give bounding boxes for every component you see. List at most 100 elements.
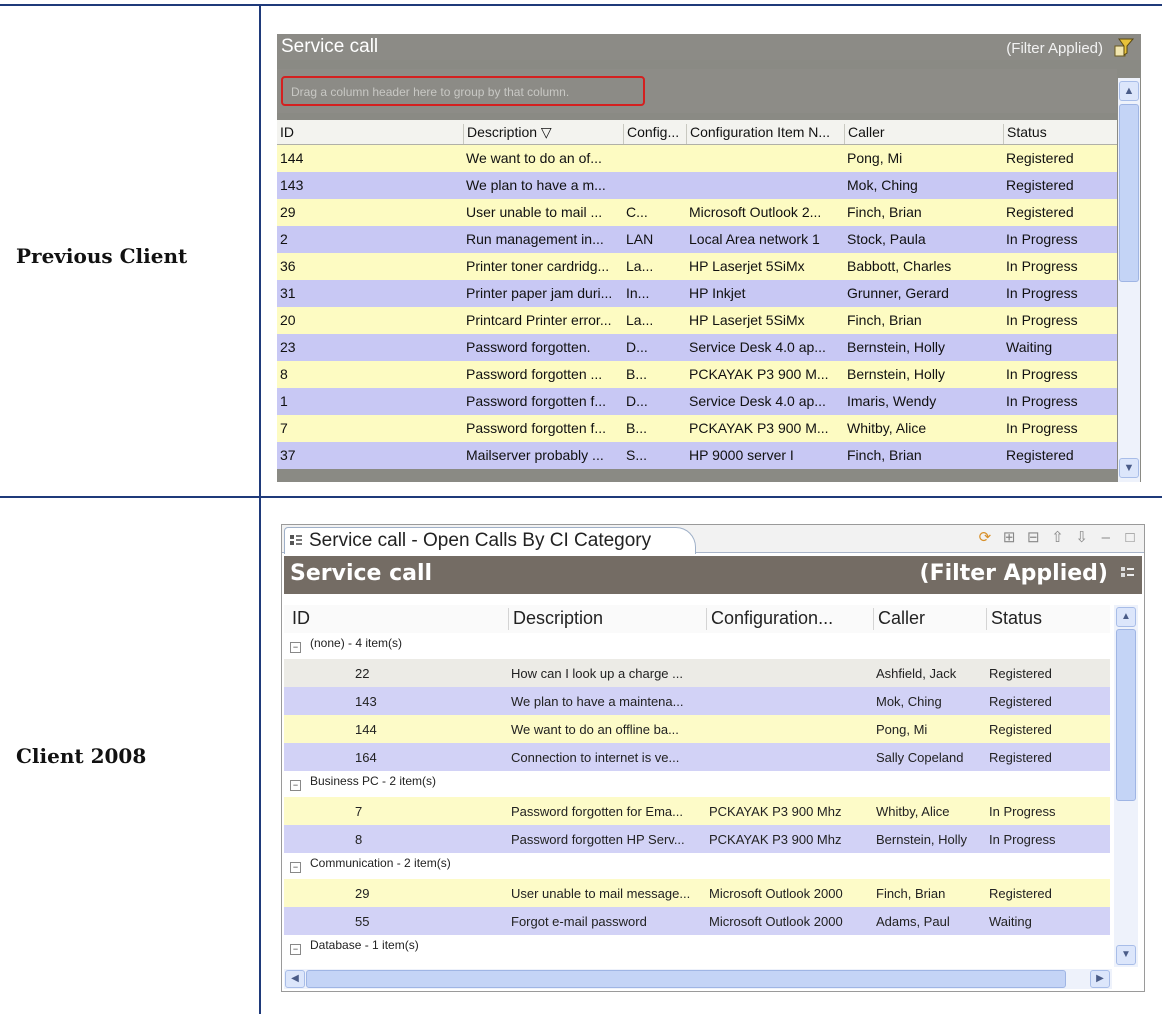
- refresh-icon[interactable]: ⟳: [975, 528, 995, 546]
- column-header-status[interactable]: Status: [986, 608, 1111, 630]
- cell-status: Registered: [989, 666, 1052, 681]
- table-row[interactable]: 1 Password forgotten f... D... Service Desk…: [277, 388, 1117, 415]
- horizontal-scrollbar[interactable]: ◀ ▶: [284, 969, 1112, 989]
- cell-configuration: PCKAYAK P3 900 Mhz: [709, 804, 842, 819]
- table-row[interactable]: 55 Forgot e-mail password Microsoft Outloo…: [284, 907, 1110, 935]
- cell-description: Mailserver probably ...: [466, 447, 604, 463]
- filter-icon[interactable]: [1113, 37, 1135, 57]
- cell-caller: Whitby, Alice: [876, 804, 950, 819]
- table-row[interactable]: 144 We want to do an offline ba... Pong, M…: [284, 715, 1110, 743]
- table-row[interactable]: 23 Password forgotten. D... Service Desk 4.…: [277, 334, 1117, 361]
- table-row[interactable]: 143 We plan to have a m... Mok, Ching Regis…: [277, 172, 1117, 199]
- grid-view-icon: [290, 535, 302, 545]
- cell-caller: Finch, Brian: [876, 886, 946, 901]
- cell-description: Password forgotten f...: [466, 393, 607, 409]
- group-row[interactable]: − Business PC - 2 item(s): [284, 771, 1110, 797]
- table-row[interactable]: 8 Password forgotten ... B... PCKAYAK P3 90…: [277, 361, 1117, 388]
- column-header-description[interactable]: Description: [508, 608, 698, 630]
- cell-description: We want to do an offline ba...: [511, 722, 679, 737]
- column-header-id[interactable]: ID: [277, 124, 464, 144]
- cell-description: Printer toner cardridg...: [466, 258, 610, 274]
- cell-config-item-name: Microsoft Outlook 2...: [689, 204, 822, 220]
- table-middle-rule: [0, 496, 1162, 498]
- column-header-config-item-name[interactable]: Configuration Item N...: [686, 124, 846, 144]
- cell-description: We plan to have a maintena...: [511, 694, 684, 709]
- cell-config: C...: [626, 204, 648, 220]
- collapse-group-icon[interactable]: −: [290, 862, 301, 873]
- cell-config-item-name: PCKAYAK P3 900 M...: [689, 420, 829, 436]
- table-row[interactable]: 7 Password forgotten for Ema... PCKAYAK P3…: [284, 797, 1110, 825]
- table-row[interactable]: 20 Printcard Printer error... La... HP Lase…: [277, 307, 1117, 334]
- table-row[interactable]: 2 Run management in... LAN Local Area netwo…: [277, 226, 1117, 253]
- scroll-down-icon[interactable]: ▼: [1119, 458, 1139, 478]
- table-row[interactable]: 22 How can I look up a charge ... Ashfield…: [284, 659, 1110, 687]
- scroll-right-icon[interactable]: ▶: [1090, 970, 1110, 988]
- cell-config-item-name: HP Laserjet 5SiMx: [689, 312, 805, 328]
- cell-status: Registered: [989, 886, 1052, 901]
- cell-description: User unable to mail ...: [466, 204, 603, 220]
- column-header-config[interactable]: Config...: [623, 124, 689, 144]
- cell-config: In...: [626, 285, 650, 301]
- cell-config: D...: [626, 339, 648, 355]
- cell-id: 143: [355, 694, 377, 709]
- cell-caller: Stock, Paula: [847, 231, 926, 247]
- cell-description: Printer paper jam duri...: [466, 285, 613, 301]
- collapse-group-icon[interactable]: −: [290, 780, 301, 791]
- arrow-down-icon[interactable]: ⇩: [1072, 528, 1092, 546]
- column-header-caller[interactable]: Caller: [844, 124, 1004, 144]
- table-row[interactable]: 8 Password forgotten HP Serv... PCKAYAK P3…: [284, 825, 1110, 853]
- cell-status: Waiting: [989, 914, 1032, 929]
- cell-configuration: Microsoft Outlook 2000: [709, 914, 843, 929]
- cell-caller: Bernstein, Holly: [876, 832, 968, 847]
- group-row[interactable]: − Database - 1 item(s): [284, 935, 1110, 961]
- cell-id: 164: [355, 750, 377, 765]
- cell-status: In Progress: [1006, 312, 1078, 328]
- collapse-group-icon[interactable]: −: [290, 642, 301, 653]
- cell-config: La...: [626, 258, 654, 274]
- arrow-up-icon[interactable]: ⇧: [1047, 528, 1067, 546]
- scroll-up-icon[interactable]: ▲: [1119, 81, 1139, 101]
- collapse-group-icon[interactable]: −: [290, 944, 301, 955]
- table-row[interactable]: 37 Mailserver probably ... S... HP 9000 ser…: [277, 442, 1117, 469]
- scroll-up-icon[interactable]: ▲: [1116, 607, 1136, 627]
- table-row[interactable]: 164 Connection to internet is ve... Sally …: [284, 743, 1110, 771]
- scroll-thumb[interactable]: [1119, 104, 1139, 282]
- scroll-down-icon[interactable]: ▼: [1116, 945, 1136, 965]
- maximize-icon[interactable]: □: [1120, 529, 1140, 546]
- filter-icon[interactable]: [1120, 566, 1136, 582]
- table-row[interactable]: 29 User unable to mail message... Microsof…: [284, 879, 1110, 907]
- scroll-thumb[interactable]: [1116, 629, 1136, 801]
- scroll-left-icon[interactable]: ◀: [285, 970, 305, 988]
- tab-service-call-open-calls[interactable]: Service call - Open Calls By CI Category: [284, 527, 696, 554]
- vertical-scrollbar[interactable]: ▲ ▼: [1114, 605, 1138, 967]
- filter-status: (Filter Applied): [1006, 40, 1103, 57]
- table-row[interactable]: 7 Password forgotten f... B... PCKAYAK P3 9…: [277, 415, 1117, 442]
- group-row[interactable]: − (none) - 4 item(s): [284, 633, 1110, 659]
- cell-status: In Progress: [1006, 366, 1078, 382]
- cell-status: In Progress: [1006, 231, 1078, 247]
- column-header-configuration[interactable]: Configuration...: [706, 608, 876, 630]
- column-header-status[interactable]: Status: [1003, 124, 1117, 144]
- collapse-all-icon[interactable]: ⊟: [1023, 528, 1043, 546]
- table-row[interactable]: 29 User unable to mail ... C... Microsoft O…: [277, 199, 1117, 226]
- cell-configuration: PCKAYAK P3 900 Mhz: [709, 832, 842, 847]
- table-row[interactable]: 143 We plan to have a maintena... Mok, Chi…: [284, 687, 1110, 715]
- expand-all-icon[interactable]: ⊞: [999, 528, 1019, 546]
- table-row[interactable]: 144 We want to do an of... Pong, Mi Registe…: [277, 145, 1117, 172]
- column-header-caller[interactable]: Caller: [873, 608, 990, 630]
- vertical-scrollbar[interactable]: ▲ ▼: [1118, 78, 1140, 482]
- column-header-id[interactable]: ID: [288, 608, 502, 630]
- horizontal-scroll-thumb[interactable]: [306, 970, 1066, 988]
- cell-id: 8: [355, 832, 363, 847]
- column-header-description[interactable]: Description ▽: [463, 124, 623, 144]
- table-row[interactable]: 31 Printer paper jam duri... In... HP Inkje…: [277, 280, 1117, 307]
- cell-status: Registered: [1006, 177, 1074, 193]
- table-row[interactable]: 36 Printer toner cardridg... La... HP Laser…: [277, 253, 1117, 280]
- cell-caller: Pong, Mi: [847, 150, 903, 166]
- panel-title: Service call: [281, 36, 379, 57]
- cell-caller: Babbott, Charles: [847, 258, 952, 274]
- group-row[interactable]: − Communication - 2 item(s): [284, 853, 1110, 879]
- table-top-rule: [0, 4, 1162, 6]
- minimize-icon[interactable]: –: [1096, 529, 1116, 546]
- group-by-hint[interactable]: Drag a column header here to group by th…: [281, 76, 645, 106]
